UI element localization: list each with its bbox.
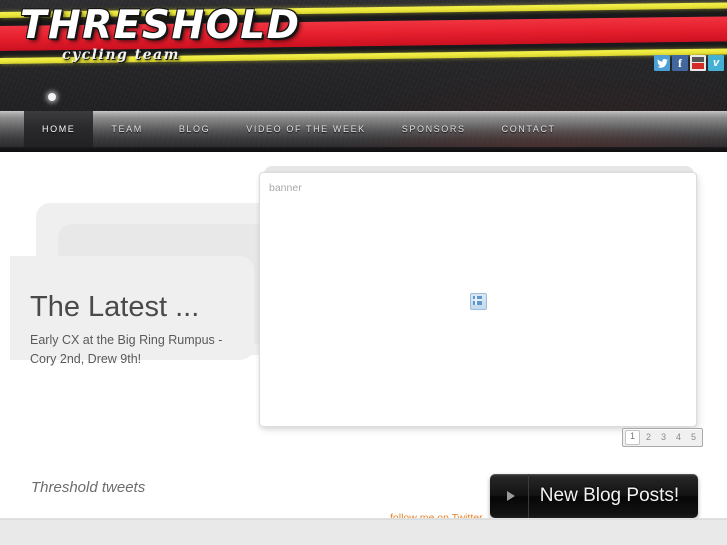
site-footer <box>0 519 727 545</box>
banner-label: banner <box>269 182 302 194</box>
facebook-icon[interactable]: f <box>672 55 688 71</box>
nav-item-home[interactable]: HOME <box>24 111 94 147</box>
page-root: THRESHOLD cycling team f v HOME TEAM BLO… <box>0 0 727 545</box>
social-links: f v <box>654 55 724 71</box>
youtube-icon[interactable] <box>690 55 706 71</box>
nav-item-team[interactable]: TEAM <box>93 111 160 147</box>
main-navigation: HOME TEAM BLOG VIDEO OF THE WEEK SPONSOR… <box>0 111 727 147</box>
logo-wordmark: THRESHOLD <box>20 3 301 48</box>
play-icon <box>494 474 529 518</box>
nav-item-video-of-the-week[interactable]: VIDEO OF THE WEEK <box>228 111 384 147</box>
pagination-page-2[interactable]: 2 <box>642 431 655 444</box>
pagination-page-3[interactable]: 3 <box>657 431 670 444</box>
twitter-icon[interactable] <box>654 55 670 71</box>
latest-post-summary[interactable]: Early CX at the Big Ring Rumpus - Cory 2… <box>30 331 245 369</box>
pagination-page-5[interactable]: 5 <box>687 431 700 444</box>
nav-bottom-edge <box>0 147 727 152</box>
new-blog-posts-button[interactable]: New Blog Posts! <box>490 474 698 518</box>
slider-indicator-dot[interactable] <box>48 93 56 101</box>
logo-tagline: cycling team <box>62 47 180 63</box>
nav-items: HOME TEAM BLOG VIDEO OF THE WEEK SPONSOR… <box>0 111 727 147</box>
broken-image-icon <box>470 293 487 310</box>
nav-item-blog[interactable]: BLOG <box>161 111 228 147</box>
banner-pagination: 1 2 3 4 5 <box>622 428 703 447</box>
vimeo-icon[interactable]: v <box>708 55 724 71</box>
new-blog-posts-label: New Blog Posts! <box>539 485 680 506</box>
site-logo[interactable]: THRESHOLD cycling team <box>14 4 299 72</box>
nav-item-sponsors[interactable]: SPONSORS <box>384 111 484 147</box>
nav-item-contact[interactable]: CONTACT <box>484 111 574 147</box>
latest-heading: The Latest ... <box>30 291 200 323</box>
banner-panel[interactable]: banner <box>259 172 697 427</box>
pagination-page-4[interactable]: 4 <box>672 431 685 444</box>
pagination-page-1[interactable]: 1 <box>625 430 640 445</box>
tweets-heading: Threshold tweets <box>31 479 146 496</box>
